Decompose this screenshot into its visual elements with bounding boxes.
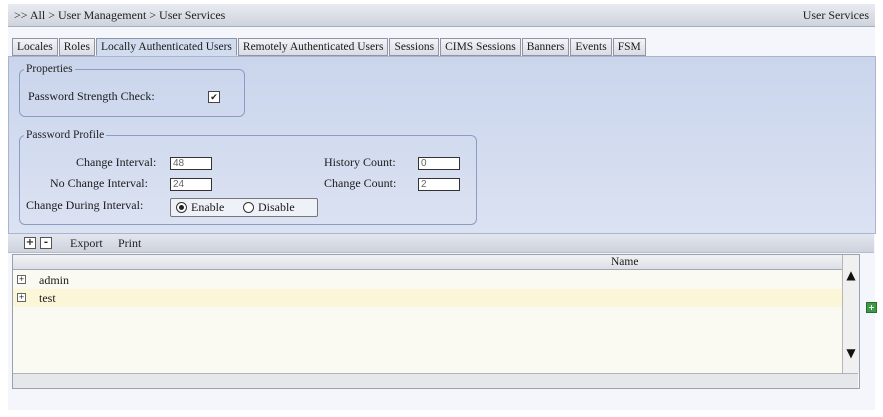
- change-count-field[interactable]: 2: [418, 178, 460, 191]
- expand-all-icon[interactable]: +: [24, 237, 36, 249]
- tab-fsm[interactable]: FSM: [612, 38, 646, 56]
- scroll-up-arrow-icon[interactable]: ▲: [845, 269, 857, 281]
- tab-remotely-authenticated-users[interactable]: Remotely Authenticated Users: [237, 38, 389, 56]
- password-strength-label: Password Strength Check:: [28, 89, 155, 103]
- password-profile-legend: Password Profile: [26, 129, 105, 141]
- change-count-label: Change Count:: [324, 176, 397, 190]
- scroll-down-arrow-icon[interactable]: ▼: [845, 347, 857, 359]
- users-table: Name + admin + test ▲ ▼: [12, 254, 860, 389]
- row-expand-icon[interactable]: +: [17, 293, 26, 302]
- tab-cims-sessions[interactable]: CIMS Sessions: [440, 38, 521, 56]
- no-change-interval-label: No Change Interval:: [50, 176, 148, 190]
- horizontal-scrollbar[interactable]: [13, 373, 858, 388]
- export-button[interactable]: Export: [70, 236, 103, 251]
- breadcrumb[interactable]: >> All > User Management > User Services: [14, 8, 225, 23]
- password-strength-checkbox[interactable]: ✔: [208, 91, 220, 103]
- table-header: Name: [13, 255, 842, 270]
- disable-radio-label: Disable: [258, 200, 295, 214]
- change-during-interval-label: Change During Interval:: [26, 198, 144, 212]
- properties-group: Properties Password Strength Check: ✔: [19, 63, 245, 117]
- properties-legend: Properties: [26, 63, 73, 75]
- history-count-field[interactable]: 0: [418, 157, 460, 170]
- column-header-name[interactable]: Name: [611, 256, 638, 268]
- change-interval-label: Change Interval:: [76, 155, 157, 169]
- change-interval-field[interactable]: 48: [170, 157, 212, 170]
- table-toolbar: + - Export Print: [8, 234, 874, 253]
- disable-radio[interactable]: [243, 202, 254, 213]
- table-row[interactable]: + admin: [13, 271, 842, 289]
- enable-radio[interactable]: [176, 202, 187, 213]
- settings-panel: Properties Password Strength Check: ✔ Pa…: [8, 56, 876, 234]
- password-profile-group: Password Profile Change Interval: 48 No …: [19, 129, 477, 225]
- user-name-cell: test: [39, 291, 56, 305]
- tab-roles[interactable]: Roles: [58, 38, 95, 56]
- user-services-window: >> All > User Management > User Services…: [8, 4, 877, 410]
- no-change-interval-field[interactable]: 24: [170, 178, 212, 191]
- enable-radio-label: Enable: [191, 200, 225, 214]
- tab-sessions[interactable]: Sessions: [389, 38, 440, 56]
- tab-events[interactable]: Events: [570, 38, 612, 56]
- add-icon[interactable]: +: [866, 302, 877, 313]
- user-name-cell: admin: [39, 273, 69, 287]
- tab-bar: Locales Roles Locally Authenticated User…: [12, 38, 647, 56]
- tab-locally-authenticated-users[interactable]: Locally Authenticated Users: [95, 38, 237, 56]
- table-row[interactable]: + test: [13, 289, 842, 307]
- vertical-scrollbar[interactable]: ▲ ▼: [842, 255, 859, 373]
- tab-locales[interactable]: Locales: [12, 38, 58, 56]
- header-bar: >> All > User Management > User Services…: [8, 4, 875, 27]
- collapse-all-icon[interactable]: -: [40, 237, 52, 249]
- page-title: User Services: [802, 8, 869, 22]
- change-during-interval-radio-group: Enable Disable: [170, 198, 318, 217]
- print-button[interactable]: Print: [118, 236, 141, 251]
- history-count-label: History Count:: [324, 155, 396, 169]
- tab-banners[interactable]: Banners: [521, 38, 570, 56]
- row-expand-icon[interactable]: +: [17, 275, 26, 284]
